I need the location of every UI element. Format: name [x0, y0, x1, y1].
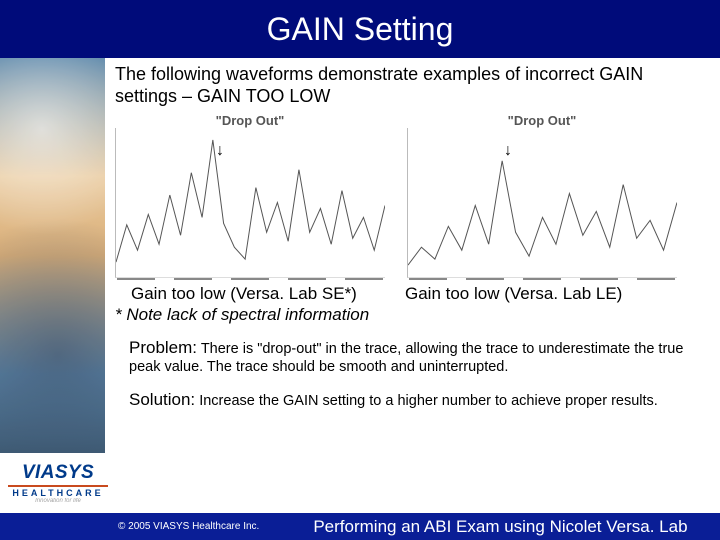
chart-left-title: "Drop Out" — [115, 113, 385, 128]
solution-heading: Solution: — [129, 390, 195, 409]
chart-left-body: ↓ — [115, 128, 385, 278]
copyright: © 2005 VIASYS Healthcare Inc. — [118, 521, 259, 532]
logo-sub: HEALTHCARE — [6, 488, 110, 498]
caption-left: Gain too low (Versa. Lab SE*) — [115, 284, 401, 304]
charts-row: "Drop Out" ↓ "Drop Out" ↓ — [115, 113, 702, 280]
chart-left: "Drop Out" ↓ — [115, 113, 385, 280]
chart-right-body: ↓ — [407, 128, 677, 278]
content-area: The following waveforms demonstrate exam… — [115, 64, 702, 410]
solution-body: Increase the GAIN setting to a higher nu… — [199, 393, 658, 409]
spectral-note: * Note lack of spectral information — [115, 305, 702, 325]
problem-body: There is "drop-out" in the trace, allowi… — [129, 341, 683, 375]
slide: GAIN Setting The following waveforms dem… — [0, 0, 720, 540]
caption-right: Gain too low (Versa. Lab LE) — [405, 284, 685, 304]
title-bar: GAIN Setting — [0, 0, 720, 58]
problem-block: Problem: There is "drop-out" in the trac… — [129, 337, 702, 376]
xticks-right — [407, 278, 677, 280]
logo-brand: VIASYS — [6, 462, 110, 484]
captions-row: Gain too low (Versa. Lab SE*) Gain too l… — [115, 284, 702, 304]
footer-title: Performing an ABI Exam using Nicolet Ver… — [313, 517, 687, 537]
xticks-left — [115, 278, 385, 280]
solution-block: Solution: Increase the GAIN setting to a… — [129, 389, 702, 410]
intro-text: The following waveforms demonstrate exam… — [115, 64, 702, 107]
chart-right-title: "Drop Out" — [407, 113, 677, 128]
footer-bar: © 2005 VIASYS Healthcare Inc. Performing… — [0, 513, 720, 540]
side-image — [0, 58, 105, 453]
viasys-logo: VIASYS HEALTHCARE Innovation for life — [6, 462, 110, 504]
waveform-right — [408, 128, 677, 277]
waveform-left — [116, 128, 385, 277]
chart-right: "Drop Out" ↓ — [407, 113, 677, 280]
slide-title: GAIN Setting — [267, 11, 454, 48]
logo-divider — [8, 485, 108, 487]
logo-tag: Innovation for life — [6, 498, 110, 504]
problem-heading: Problem: — [129, 338, 197, 357]
